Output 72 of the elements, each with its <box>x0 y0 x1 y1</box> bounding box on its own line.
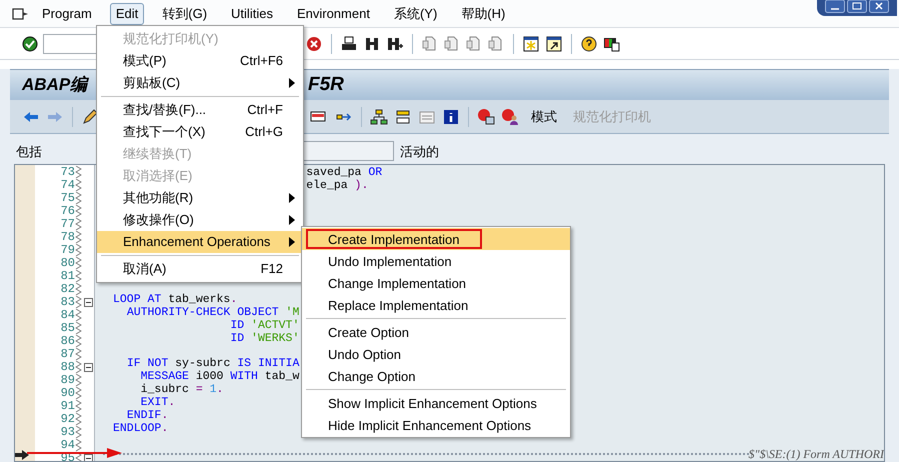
menu-item[interactable]: Create Implementation <box>302 228 570 250</box>
line-number: 83 <box>60 296 75 309</box>
menu-item[interactable]: Change Option <box>302 365 570 387</box>
code-line: ENDLOOP. <box>113 422 168 436</box>
menu-bar-item[interactable]: 帮助(H) <box>455 2 512 24</box>
menu-item[interactable]: 取消(A) F12 <box>97 258 303 280</box>
menu-bar-item[interactable]: Utilities <box>225 2 279 24</box>
menu-item-label: Show Implicit Enhancement Options <box>327 395 538 413</box>
menu-bar-item[interactable]: Edit <box>110 2 144 24</box>
code-line: LOOP AT tab_werks. <box>113 292 238 306</box>
code-line: ele_pa ). <box>306 179 368 192</box>
line-number: 76 <box>60 205 75 218</box>
toolbar-button[interactable]: 模式 <box>531 106 557 126</box>
line-number: 88 <box>60 361 75 374</box>
menu-item[interactable]: Change Implementation <box>302 272 570 294</box>
line-number: 79 <box>60 244 75 257</box>
line-number: 84 <box>60 309 75 322</box>
code-line: IF NOT sy-subrc IS INITIA <box>126 357 300 370</box>
line-number: 86 <box>60 335 75 348</box>
screen-title: ABAP编 <box>22 74 88 96</box>
line-number: 75 <box>60 192 75 205</box>
menu-item-label: Create Option <box>327 324 410 342</box>
line-number: 74 <box>60 179 75 192</box>
menu-item-label: Change Option <box>327 368 416 386</box>
menu-item[interactable]: 查找/替换(F)... Ctrl+F <box>97 99 303 121</box>
include-label: 包括 <box>16 142 43 160</box>
line-number: 91 <box>60 400 75 413</box>
line-number: 85 <box>60 322 75 335</box>
menu-item-label: Undo Option <box>327 346 402 364</box>
screen-title: F5R <box>308 72 344 97</box>
menu-item[interactable]: Hide Implicit Enhancement Options <box>302 414 570 436</box>
code-line: ID 'ACTVT' <box>230 318 300 332</box>
menu-bar-item[interactable]: 转到(G) <box>156 2 214 24</box>
line-number: 94 <box>60 439 75 452</box>
menu-item[interactable]: 查找下一个(X) Ctrl+G <box>97 121 303 143</box>
menu-item[interactable]: 其他功能(R) <box>97 187 303 209</box>
line-number: 77 <box>60 218 75 231</box>
code-line: i_subrc = 1. <box>140 383 224 396</box>
line-number: 92 <box>60 413 75 426</box>
line-number: 87 <box>60 348 75 361</box>
line-number: 80 <box>60 257 75 270</box>
line-number: 89 <box>60 374 75 387</box>
code-line: ID 'WERKS' <box>230 332 300 345</box>
code-line: AUTHORITY-CHECK OBJECT 'M <box>126 306 300 319</box>
line-number: 82 <box>60 283 75 296</box>
status-text: 活动的 <box>400 142 439 160</box>
line-number: 78 <box>60 231 75 244</box>
menu-item[interactable]: Create Option <box>302 321 570 343</box>
menu-item[interactable]: 剪贴板(C) <box>97 72 303 94</box>
line-number: 81 <box>60 270 75 283</box>
menu-item-label: Hide Implicit Enhancement Options <box>327 417 532 435</box>
line-number: 90 <box>60 387 75 400</box>
menu-item-label: Create Implementation <box>306 229 482 249</box>
menu-item-label: Undo Implementation <box>327 253 453 271</box>
line-number: 93 <box>60 426 75 439</box>
menu-item-label: Replace Implementation <box>327 297 470 315</box>
menu-item-label: Change Implementation <box>327 275 468 293</box>
menu-item[interactable]: Replace Implementation <box>302 294 570 316</box>
menu-item[interactable]: 模式(P) Ctrl+F6 <box>97 50 303 72</box>
menu-bar-item[interactable]: 系统(Y) <box>388 2 444 24</box>
code-line: EXIT. <box>140 396 176 410</box>
menu-item[interactable]: 修改操作(O) <box>97 209 303 231</box>
menu-item[interactable]: Undo Option <box>302 343 570 365</box>
line-number: 73 <box>60 166 75 179</box>
menu-bar-item[interactable]: Program <box>36 2 98 24</box>
menu-bar-item[interactable]: Environment <box>290 2 376 24</box>
menu-item[interactable]: Undo Implementation <box>302 250 570 272</box>
code-line: ENDIF. <box>126 409 168 422</box>
menu-item[interactable]: Enhancement Operations <box>97 231 303 253</box>
code-line: saved_pa OR <box>306 166 382 179</box>
code-line: MESSAGE i000 WITH tab_w <box>140 370 300 384</box>
menu-item[interactable]: Show Implicit Enhancement Options <box>302 392 570 414</box>
